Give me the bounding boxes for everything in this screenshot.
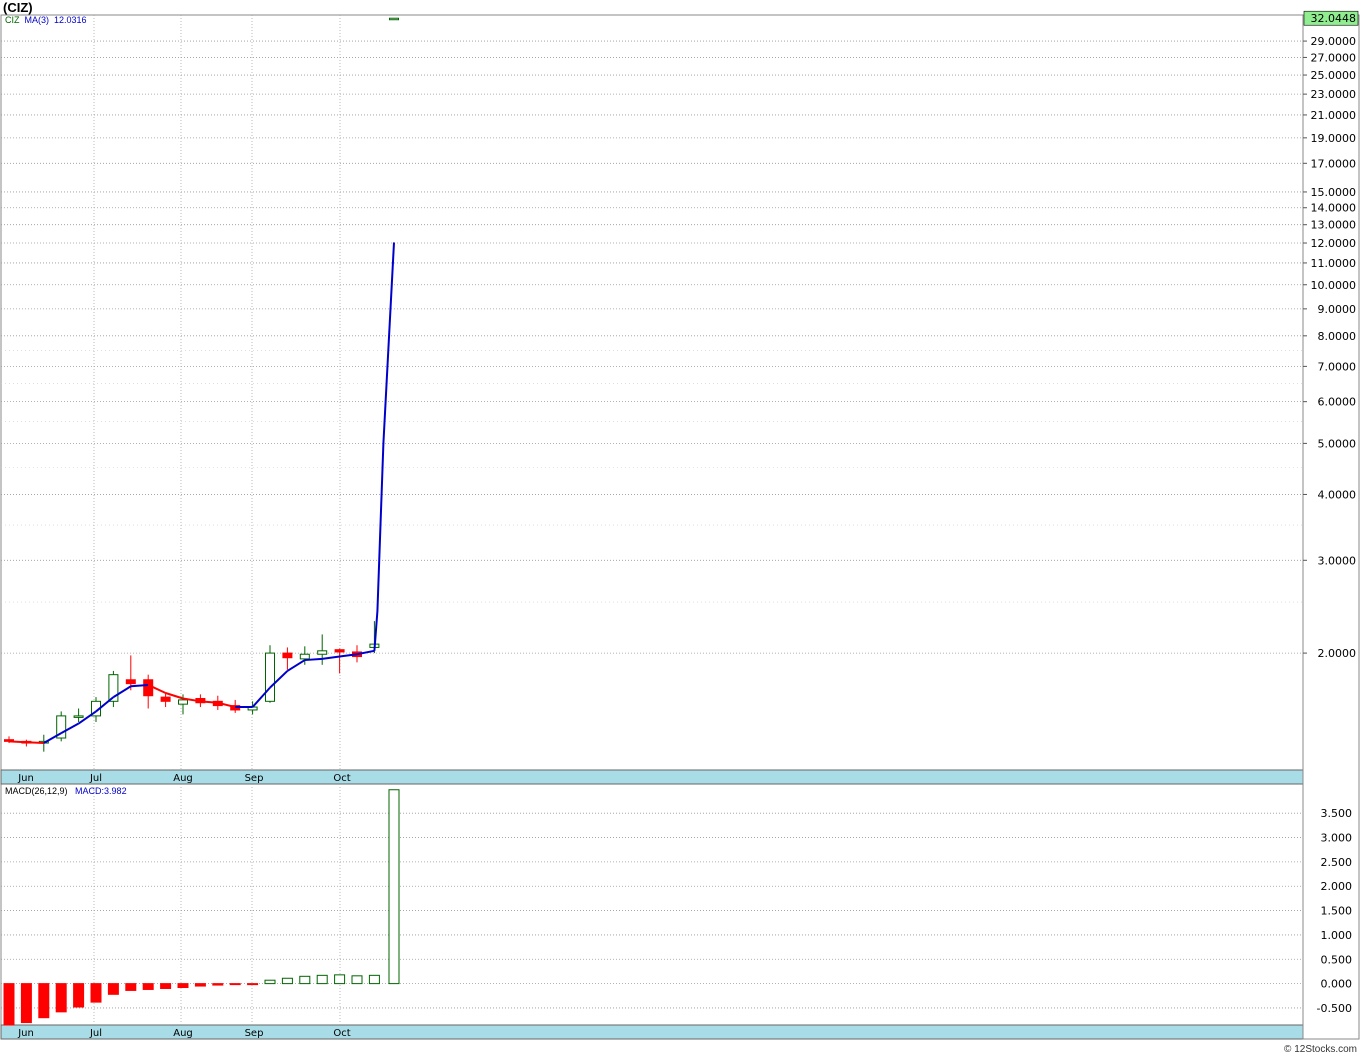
macd-bar: [229, 983, 241, 986]
price-tick-label: 5.0000: [1318, 437, 1357, 450]
price-tick-label: 21.0000: [1311, 109, 1357, 122]
price-month-label: Aug: [173, 773, 193, 784]
macd-bar: [3, 983, 15, 1026]
macd-bar: [73, 983, 85, 1008]
macd-bar: [281, 977, 293, 985]
candle: [389, 17, 399, 21]
macd-tick-label: 3.000: [1321, 832, 1353, 845]
candle: [265, 645, 275, 703]
candle-body: [282, 652, 293, 659]
price-legend: CIZ MA(3) 12.0316: [5, 15, 87, 25]
candle-body: [143, 679, 154, 697]
price-tick-label: 7.0000: [1318, 360, 1357, 373]
price-month-label: Jul: [89, 773, 102, 784]
last-price-label: 32.0448: [1311, 12, 1357, 25]
macd-bar: [125, 983, 137, 991]
macd-tick-label: 1.000: [1321, 929, 1353, 942]
candle: [108, 670, 119, 708]
macd-bar: [20, 983, 32, 1024]
macd-bar: [177, 983, 189, 989]
legend-symbol: CIZ: [5, 15, 20, 25]
candle-body: [125, 679, 136, 685]
macd-tick-label: 3.500: [1321, 807, 1353, 820]
chart-canvas: 29.0000 27.0000 25.0000 23.0000 21.0000 19.00…: [0, 10, 1360, 1040]
price-tick-label: 4.0000: [1318, 488, 1357, 501]
price-tick-label: 3.0000: [1318, 554, 1357, 567]
price-tick-label: 29.0000: [1311, 35, 1357, 48]
price-tick-label: 10.0000: [1311, 279, 1357, 292]
macd-date-band: [0, 1024, 1304, 1040]
price-tick-label: 17.0000: [1311, 157, 1357, 170]
legend-ma-value: 12.0316: [54, 15, 87, 25]
macd-bar: [90, 983, 102, 1003]
candle-body: [160, 696, 171, 702]
macd-bar: [388, 789, 400, 985]
price-tick-label: 11.0000: [1311, 257, 1357, 270]
macd-bar: [55, 983, 67, 1013]
macd-bar: [107, 983, 119, 995]
ma-line-segment: [304, 657, 323, 662]
chart-title: (CIZ): [3, 0, 33, 15]
ma-line-segment: [200, 700, 218, 704]
candle-body: [73, 715, 84, 718]
price-tick-label: 6.0000: [1318, 396, 1357, 409]
legend-macd-value: MACD:3.982: [75, 786, 127, 796]
ma-line-segment: [26, 741, 44, 745]
price-tick-label: 15.0000: [1311, 186, 1357, 199]
macd-tick-label: 0.500: [1321, 953, 1353, 966]
price-tick-label: 25.0000: [1311, 69, 1357, 82]
ma-line-segment: [8, 740, 27, 744]
candle-body: [265, 652, 275, 702]
macd-bar: [299, 975, 311, 985]
ma-line-segment: [130, 683, 149, 688]
price-tick-label: 8.0000: [1318, 330, 1357, 343]
macd-bar: [351, 975, 363, 985]
macd-bar: [316, 974, 328, 985]
macd-bar: [212, 983, 224, 986]
macd-bar: [264, 979, 276, 985]
price-tick-label: 19.0000: [1311, 132, 1357, 145]
macd-bar: [142, 983, 154, 990]
price-month-label: Jun: [17, 773, 34, 784]
macd-bar: [38, 983, 50, 1019]
macd-tick-label: 2.000: [1321, 880, 1353, 893]
macd-month-label: Jul: [89, 1028, 102, 1039]
macd-bar: [247, 983, 259, 986]
site-credit: © 12Stocks.com: [1284, 1044, 1357, 1055]
macd-bar: [334, 974, 346, 985]
price-tick-label: 14.0000: [1311, 202, 1357, 215]
candle-body: [317, 650, 328, 655]
candle-body: [389, 17, 399, 21]
macd-month-label: Oct: [333, 1028, 350, 1039]
legend-macd-label: MACD(26,12,9): [5, 786, 68, 796]
macd-tick-label: 2.500: [1321, 856, 1353, 869]
price-month-label: Sep: [245, 773, 264, 784]
price-tick-label: 13.0000: [1311, 219, 1357, 232]
price-month-label: Oct: [333, 773, 350, 784]
price-tick-label: 12.0000: [1311, 237, 1357, 250]
macd-tick-label: -0.500: [1317, 1002, 1352, 1015]
macd-tick-label: 0.000: [1321, 978, 1353, 991]
macd-legend: MACD(26,12,9) MACD:3.982: [5, 786, 127, 796]
macd-month-label: Aug: [173, 1028, 193, 1039]
macd-bar: [368, 974, 380, 985]
legend-ma-label: MA(3): [24, 15, 50, 25]
price-tick-label: 23.0000: [1311, 88, 1357, 101]
price-tick-label: 9.0000: [1318, 303, 1357, 316]
price-plot-area: [0, 14, 1304, 771]
macd-bar: [160, 983, 172, 989]
macd-month-label: Jun: [17, 1028, 34, 1039]
price-date-band: [0, 769, 1304, 785]
macd-tick-label: 1.500: [1321, 905, 1353, 918]
macd-bar: [194, 983, 206, 987]
candle-body: [178, 699, 188, 705]
price-tick-label: 27.0000: [1311, 51, 1357, 64]
candle-body: [334, 649, 345, 653]
candle: [56, 711, 67, 742]
macd-month-label: Sep: [245, 1028, 264, 1039]
price-tick-label: 2.0000: [1318, 647, 1357, 660]
macd-plot-area: [0, 783, 1304, 1026]
candle-body: [299, 653, 310, 660]
